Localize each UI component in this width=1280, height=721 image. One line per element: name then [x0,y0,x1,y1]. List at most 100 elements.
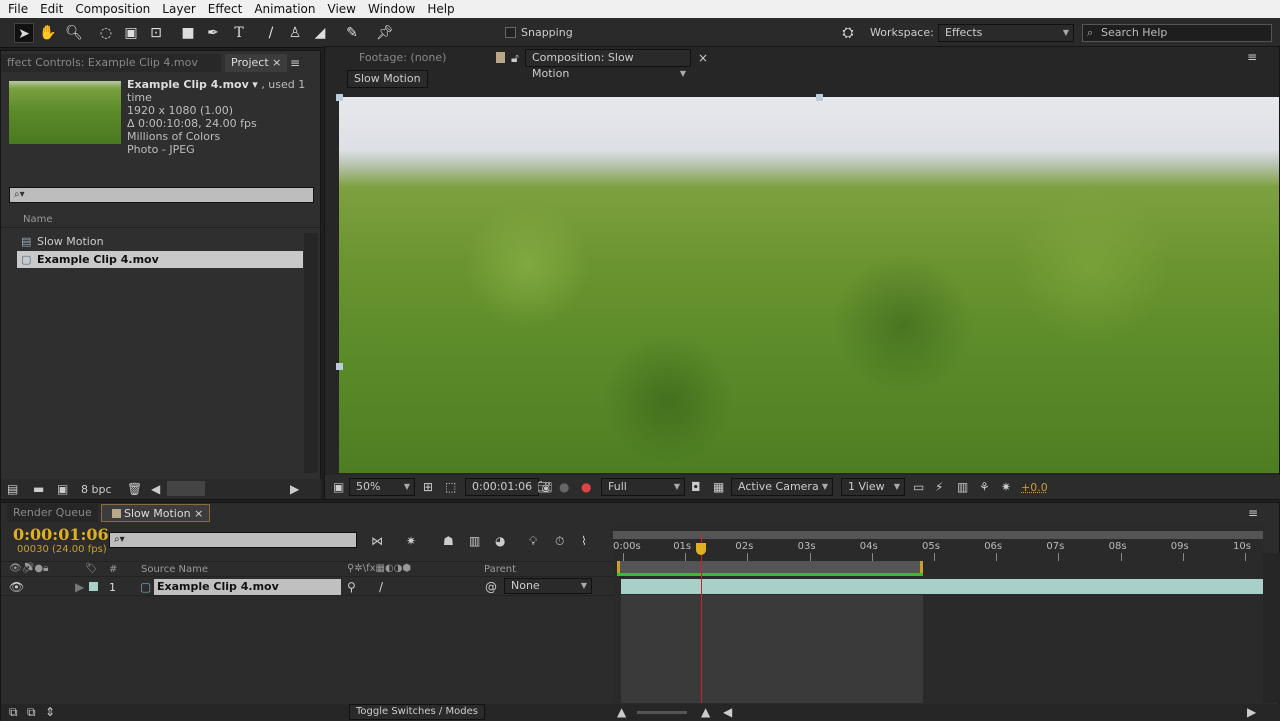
current-time-display[interactable]: 0:00:01:06 [465,478,540,496]
time-graph[interactable]: 0:00s 01s 02s 03s 04s 05s 06s 07s 08s 09s 10s [613,525,1263,703]
auto-keyframe-icon[interactable]: ⏱︎ [555,534,564,548]
scroll-right-icon[interactable]: ▶ [1247,705,1256,719]
column-source-name[interactable]: Source Name [141,564,208,575]
playhead[interactable] [700,533,702,703]
zoom-tool-icon[interactable]: 🔍︎ [64,23,84,43]
region-of-interest-icon[interactable]: ◘ [691,480,701,494]
toggle-switches-modes-button[interactable]: Toggle Switches / Modes [349,704,485,720]
always-preview-icon[interactable]: ▣ [333,480,344,494]
tab-project[interactable]: Project × [225,54,288,72]
composition-mini-flowchart-icon[interactable]: ⋈ [371,534,383,548]
brainstorm-icon[interactable]: 💡︎ [529,534,537,548]
menu-animation[interactable]: Animation [254,2,315,16]
camera-view-dropdown[interactable]: Active Camera [731,478,833,496]
panel-menu-icon[interactable]: ≡ [1248,506,1258,520]
scroll-left-icon[interactable]: ◀ [723,705,732,719]
panel-menu-icon[interactable]: ≡ [1247,50,1257,64]
expand-arrow-icon[interactable]: ▶ [75,580,84,594]
menu-file[interactable]: File [8,2,28,16]
magnification-dropdown[interactable]: 50% [349,478,415,496]
time-ruler[interactable]: 0:00s 01s 02s 03s 04s 05s 06s 07s 08s 09s 10s [613,539,1263,561]
rotate-tool-icon[interactable]: ◌ [96,23,116,43]
transparency-grid-icon[interactable]: ▦ [713,480,724,494]
work-area-bar[interactable] [617,561,924,573]
project-item-slow-motion[interactable]: ▤ Slow Motion [17,233,303,250]
menu-composition[interactable]: Composition [75,2,150,16]
pen-tool-icon[interactable]: ✒ [203,23,223,43]
close-icon[interactable]: × [698,51,708,65]
show-snapshot-icon[interactable]: ● [559,480,569,494]
layer-color-label[interactable] [89,582,98,591]
current-time-indicator[interactable] [695,543,706,555]
eraser-tool-icon[interactable]: ◢ [310,23,330,43]
horizontal-scroll-thumb[interactable] [167,481,205,496]
timeline-search-input[interactable]: ⌕▾ [109,532,357,548]
shy-switch-icon[interactable]: ⚲ [347,580,356,594]
layer-handle[interactable] [336,94,343,101]
layer-handle[interactable] [336,363,343,370]
brush-tool-icon[interactable]: / [261,23,281,43]
flowchart-icon[interactable]: ⚘ [979,480,990,494]
clone-stamp-tool-icon[interactable]: ♙ [285,23,305,43]
exposure-value[interactable]: +0.0 [1021,481,1048,494]
tab-footage[interactable]: Footage: (none) [353,49,483,67]
zoom-out-icon[interactable]: ▲ [617,705,626,719]
pan-behind-tool-icon[interactable]: ⊡ [146,23,166,43]
menu-effect[interactable]: Effect [208,2,243,16]
zoom-slider[interactable] [637,711,687,714]
hand-tool-icon[interactable]: ✋ [38,23,58,43]
puppet-pin-tool-icon[interactable]: 📌︎ [375,23,395,43]
new-composition-icon[interactable]: ▣ [57,482,68,496]
folder-icon[interactable]: ▬ [33,482,44,496]
roto-brush-tool-icon[interactable]: ✎ [342,23,362,43]
camera-tool-icon[interactable]: ▣ [121,23,141,43]
grid-guides-icon[interactable]: ⊞ [423,480,433,494]
in-out-pane-icon[interactable]: ⇕ [45,705,55,719]
channels-icon[interactable]: ● [581,480,591,494]
menu-edit[interactable]: Edit [40,2,63,16]
menu-view[interactable]: View [328,2,356,16]
view-layout-dropdown[interactable]: 1 View [841,478,905,496]
menu-help[interactable]: Help [427,2,454,16]
dropdown-arrow-icon[interactable]: ▾ [252,78,258,91]
bit-depth-button[interactable]: 8 bpc [81,483,112,496]
column-number[interactable]: # [109,564,117,575]
scroll-left-icon[interactable]: ◀ [151,482,160,496]
interpret-footage-icon[interactable]: ▤ [7,482,18,496]
search-help-input[interactable]: Search Help [1082,24,1272,42]
column-name-header[interactable]: Name [1,214,321,228]
transfer-controls-icon[interactable]: ⧉ [27,705,36,719]
comp-navigator-button[interactable]: Slow Motion [347,70,428,88]
trash-icon[interactable]: 🗑︎ [127,482,142,496]
current-time[interactable]: 0:00:01:06 [13,525,109,544]
close-icon[interactable]: × [194,507,203,520]
reset-exposure-icon[interactable]: ✷ [1001,480,1011,494]
tab-render-queue[interactable]: Render Queue [7,504,98,522]
snapshot-icon[interactable]: 📷︎ [537,480,552,494]
project-item-example-clip[interactable]: ▢ Example Clip 4.mov [17,251,303,268]
zoom-in-icon[interactable]: ▲ [701,705,710,719]
layer-duration-bar[interactable] [621,579,1263,594]
rectangle-tool-icon[interactable]: ■ [178,23,198,43]
composition-tab-dropdown[interactable]: Composition: Slow Motion [525,49,691,82]
toggle-pixel-aspect-icon[interactable]: ▭ [913,480,924,494]
graph-editor-icon[interactable]: ⌇ [581,534,587,548]
parent-dropdown[interactable]: None [504,578,592,594]
eye-icon[interactable]: 👁︎ [9,580,24,594]
tab-effect-controls[interactable]: ffect Controls: Example Clip 4.mov [1,54,221,72]
workspace-dropdown[interactable]: Effects [938,24,1074,42]
resolution-dropdown[interactable]: Full [601,478,685,496]
project-scrollbar[interactable] [304,233,318,473]
layer-name[interactable]: Example Clip 4.mov [154,579,341,595]
timeline-icon[interactable]: ▥ [957,480,968,494]
time-navigator[interactable] [613,531,1263,539]
layer-handle[interactable] [816,94,823,101]
scroll-right-icon[interactable]: ▶ [290,482,299,496]
motion-blur-icon[interactable]: ◕ [495,534,505,548]
layer-row[interactable]: 👁︎ ▶ 1 ▢ Example Clip 4.mov ⚲ / @ None [1,578,613,596]
menu-layer[interactable]: Layer [162,2,195,16]
pickwhip-icon[interactable]: @ [485,580,497,594]
menu-window[interactable]: Window [368,2,415,16]
project-search-input[interactable]: ⌕▾ [9,187,314,203]
timeline-scrollbar[interactable] [1263,553,1280,703]
